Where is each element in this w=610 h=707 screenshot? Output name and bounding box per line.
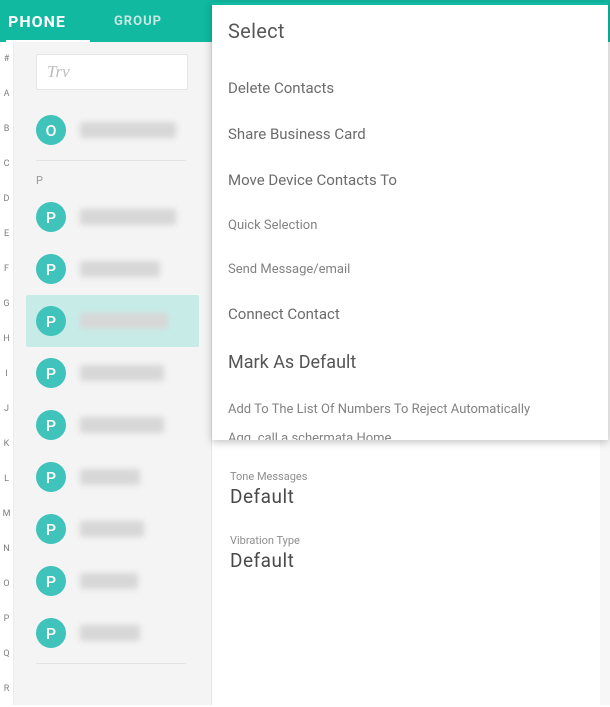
menu-quick-selection[interactable]: Quick Selection	[228, 203, 592, 247]
alpha-m[interactable]: M	[0, 497, 13, 532]
vibration-type-label: Vibration Type	[230, 534, 592, 547]
alpha-q[interactable]: Q	[0, 637, 13, 672]
contact-name-blur	[80, 417, 164, 433]
contact-row-p3-selected[interactable]: P	[26, 295, 199, 347]
alpha-l[interactable]: L	[0, 462, 13, 497]
contact-row-p4[interactable]: P	[36, 347, 199, 399]
avatar-p: P	[36, 358, 66, 388]
contact-row-p7[interactable]: P	[36, 503, 199, 555]
avatar-o: O	[36, 115, 66, 145]
tab-group[interactable]: GROUP	[114, 14, 162, 29]
section-header-p: P	[36, 169, 199, 191]
menu-move-device-contacts[interactable]: Move Device Contacts To	[228, 157, 592, 203]
avatar-p: P	[36, 410, 66, 440]
divider	[36, 663, 186, 664]
contact-row-p9[interactable]: P	[36, 607, 199, 659]
contact-row-p5[interactable]: P	[36, 399, 199, 451]
contact-name-blur	[80, 365, 164, 381]
menu-connect-contact[interactable]: Connect Contact	[228, 291, 592, 337]
avatar-p: P	[36, 202, 66, 232]
avatar-p: P	[36, 514, 66, 544]
alpha-f[interactable]: F	[0, 252, 13, 287]
search-input[interactable]: Trv	[36, 54, 188, 90]
alpha-e[interactable]: E	[0, 217, 13, 252]
alpha-h[interactable]: H	[0, 322, 13, 357]
menu-title: Select	[228, 19, 592, 43]
tab-phone[interactable]: PHONE	[8, 12, 66, 31]
search-placeholder-text: Trv	[47, 62, 70, 82]
tone-messages-value[interactable]: Default	[230, 485, 592, 508]
avatar-p: P	[36, 306, 66, 336]
contact-name-blur	[80, 313, 168, 329]
contact-name-blur	[80, 469, 140, 485]
menu-send-message-email[interactable]: Send Message/email	[228, 247, 592, 291]
alpha-o[interactable]: O	[0, 567, 13, 602]
alpha-hash[interactable]: #	[0, 42, 13, 77]
avatar-p: P	[36, 618, 66, 648]
menu-mark-as-default[interactable]: Mark As Default	[228, 337, 592, 387]
alpha-c[interactable]: C	[0, 147, 13, 182]
alpha-p[interactable]: P	[0, 602, 13, 637]
context-menu: Select Delete Contacts Share Business Ca…	[212, 2, 608, 440]
alpha-r[interactable]: R	[0, 672, 13, 707]
vibration-type-value[interactable]: Default	[230, 549, 592, 572]
contact-row-p6[interactable]: P	[36, 451, 199, 503]
contact-name-blur	[80, 122, 176, 138]
contact-name-blur	[80, 261, 160, 277]
contact-row-p1[interactable]: P	[36, 191, 199, 243]
contact-row-p8[interactable]: P	[36, 555, 199, 607]
alpha-j[interactable]: J	[0, 392, 13, 427]
contact-row-o[interactable]: O	[36, 104, 199, 156]
contact-name-blur	[80, 573, 138, 589]
menu-add-reject-list[interactable]: Add To The List Of Numbers To Reject Aut…	[228, 387, 592, 431]
contact-name-blur	[80, 521, 144, 537]
alpha-k[interactable]: K	[0, 427, 13, 462]
alpha-d[interactable]: D	[0, 182, 13, 217]
contact-name-blur	[80, 209, 176, 225]
avatar-p: P	[36, 254, 66, 284]
alpha-g[interactable]: G	[0, 287, 13, 322]
alpha-n[interactable]: N	[0, 532, 13, 567]
divider	[36, 160, 186, 161]
alpha-a[interactable]: A	[0, 77, 13, 112]
alpha-index: # A B C D E F G H I J K L M N O P Q R	[0, 42, 14, 705]
contact-name-blur	[80, 625, 140, 641]
alpha-i[interactable]: I	[0, 357, 13, 392]
contacts-list: Trv O P P P P P P P P P P	[14, 42, 212, 705]
menu-add-home-screen[interactable]: Agg. call a schermata Home	[228, 431, 592, 440]
alpha-b[interactable]: B	[0, 112, 13, 147]
contact-row-p2[interactable]: P	[36, 243, 199, 295]
avatar-p: P	[36, 462, 66, 492]
menu-delete-contacts[interactable]: Delete Contacts	[228, 65, 592, 111]
tone-messages-label: Tone Messages	[230, 470, 592, 483]
menu-share-business-card[interactable]: Share Business Card	[228, 111, 592, 157]
avatar-p: P	[36, 566, 66, 596]
